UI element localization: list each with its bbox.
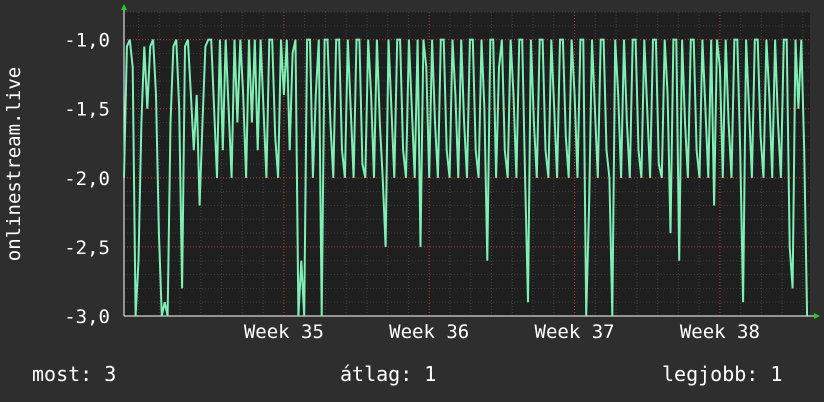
y-tick-label: -2,5 bbox=[64, 237, 110, 259]
stat-current-label: most: bbox=[32, 362, 93, 386]
stat-average-label: átlag: bbox=[340, 362, 413, 386]
y-tick-label: -1,5 bbox=[64, 99, 110, 121]
x-ticks: Week 35 Week 36 Week 37 Week 38 bbox=[244, 321, 760, 343]
y-tick-label: -2,0 bbox=[64, 168, 110, 190]
y-axis-arrow bbox=[121, 4, 127, 10]
stat-best-label: legjobb: bbox=[662, 362, 759, 386]
stat-current-value: 3 bbox=[104, 362, 117, 386]
stat-average-value: 1 bbox=[424, 362, 437, 386]
x-axis-arrow bbox=[814, 313, 820, 319]
y-tick-label: -1,0 bbox=[64, 30, 110, 52]
x-tick-label: Week 35 bbox=[244, 321, 324, 343]
y-tick-label: -3,0 bbox=[64, 306, 110, 328]
stat-average: átlag: 1 bbox=[340, 362, 436, 386]
stat-current: most: 3 bbox=[32, 362, 116, 386]
x-tick-label: Week 37 bbox=[535, 321, 615, 343]
y-axis-label: onlinestream.live bbox=[3, 67, 25, 261]
stat-best-value: 1 bbox=[770, 362, 783, 386]
y-ticks: -1,0 -1,5 -2,0 -2,5 -3,0 bbox=[64, 30, 110, 328]
x-tick-label: Week 36 bbox=[389, 321, 469, 343]
x-tick-label: Week 38 bbox=[680, 321, 760, 343]
stat-best: legjobb: 1 bbox=[662, 362, 782, 386]
chart: -1,0-1,5-2,0-2,5-3,0 Week 35 Week 36 Week … bbox=[3, 4, 820, 343]
